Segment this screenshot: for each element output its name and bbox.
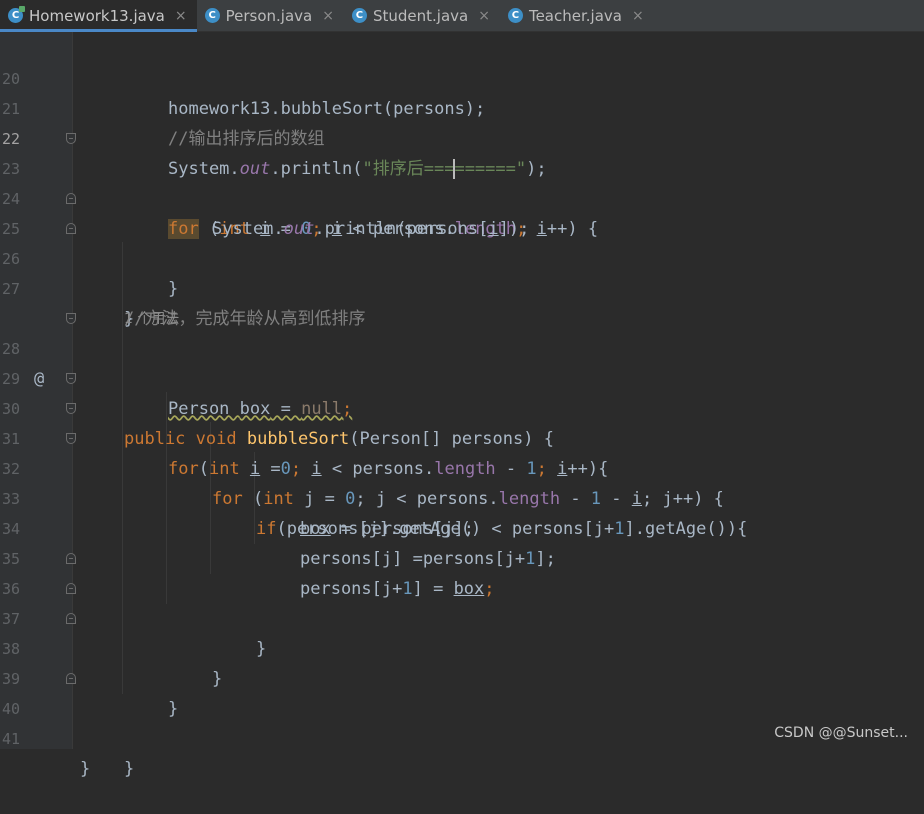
tab-teacher[interactable]: C Teacher.java × <box>500 0 654 31</box>
tab-label: Homework13.java <box>29 6 165 25</box>
code-line: 30 for(int i =0; i < persons.length - 1;… <box>0 364 924 479</box>
code-text: } <box>80 759 91 779</box>
code-line: 38 } <box>0 604 924 719</box>
code-line: 24 System.out.println(persons[i]); <box>0 154 924 239</box>
code-line: 31 for (int j = 0; j < persons.length - … <box>0 394 924 509</box>
close-icon[interactable]: × <box>175 8 187 24</box>
close-icon[interactable]: × <box>632 8 644 24</box>
code-line: 29 Person box = null; <box>0 334 924 419</box>
java-class-icon: C <box>507 8 523 23</box>
fold-icon[interactable] <box>66 223 76 234</box>
fold-icon[interactable] <box>66 193 76 204</box>
fold-icon[interactable] <box>66 673 76 684</box>
code-line: 28 @ public void bubbleSort(Person[] per… <box>0 304 924 449</box>
watermark: CSDN @@Sunset... <box>774 725 908 741</box>
line-number: 41 <box>1 730 20 748</box>
editor-tab-bar: C Homework13.java × C Person.java × C St… <box>0 0 924 32</box>
code-line: 32 if(persons[j].getAge() < persons[j+1]… <box>0 424 924 539</box>
tab-person[interactable]: C Person.java × <box>197 0 344 31</box>
code-line: 33 box = persons[j]; <box>0 454 924 539</box>
java-class-icon: C <box>204 8 220 23</box>
code-text: } <box>124 759 135 779</box>
usage-hint-line: 1 个用法 <box>0 274 924 327</box>
close-icon[interactable]: × <box>478 8 490 24</box>
code-line: 26 } <box>0 214 924 329</box>
code-line: 21 //输出排序后的数组 <box>0 64 924 149</box>
fold-icon[interactable] <box>66 133 76 144</box>
tab-label: Student.java <box>372 6 469 25</box>
code-line: 41 } <box>0 694 924 779</box>
java-class-icon: C <box>351 8 367 23</box>
code-line: 25 } <box>0 184 924 299</box>
fold-icon[interactable] <box>66 373 76 384</box>
fold-icon[interactable] <box>66 613 76 624</box>
code-line: 20 homework13.bubbleSort(persons); <box>0 34 924 119</box>
code-line: 34 persons[j] =persons[j+1]; <box>0 484 924 569</box>
tab-label: Person.java <box>225 6 313 25</box>
tab-label: Teacher.java <box>528 6 622 25</box>
java-class-icon: C <box>8 6 25 23</box>
code-line: 36 } <box>0 544 924 659</box>
close-icon[interactable]: × <box>322 8 334 24</box>
fold-icon[interactable] <box>66 433 76 444</box>
code-line: 23 for (int i = 0; i < persons.length; i… <box>0 124 924 239</box>
code-line: 40 } <box>0 664 924 779</box>
fold-icon[interactable] <box>66 553 76 564</box>
code-line: 27 //方法，完成年龄从高到低排序 <box>0 244 924 329</box>
fold-icon[interactable] <box>66 583 76 594</box>
code-line: 39 <box>0 634 924 688</box>
fold-icon[interactable] <box>66 313 76 324</box>
code-line: 35 persons[j+1] = box; <box>0 514 924 599</box>
code-line: 37 } <box>0 574 924 689</box>
tab-homework13[interactable]: C Homework13.java × <box>0 0 197 32</box>
tab-student[interactable]: C Student.java × <box>344 0 500 31</box>
fold-icon[interactable] <box>66 403 76 414</box>
code-line-current: 22 System.out.println("排序后========="); <box>0 94 924 179</box>
